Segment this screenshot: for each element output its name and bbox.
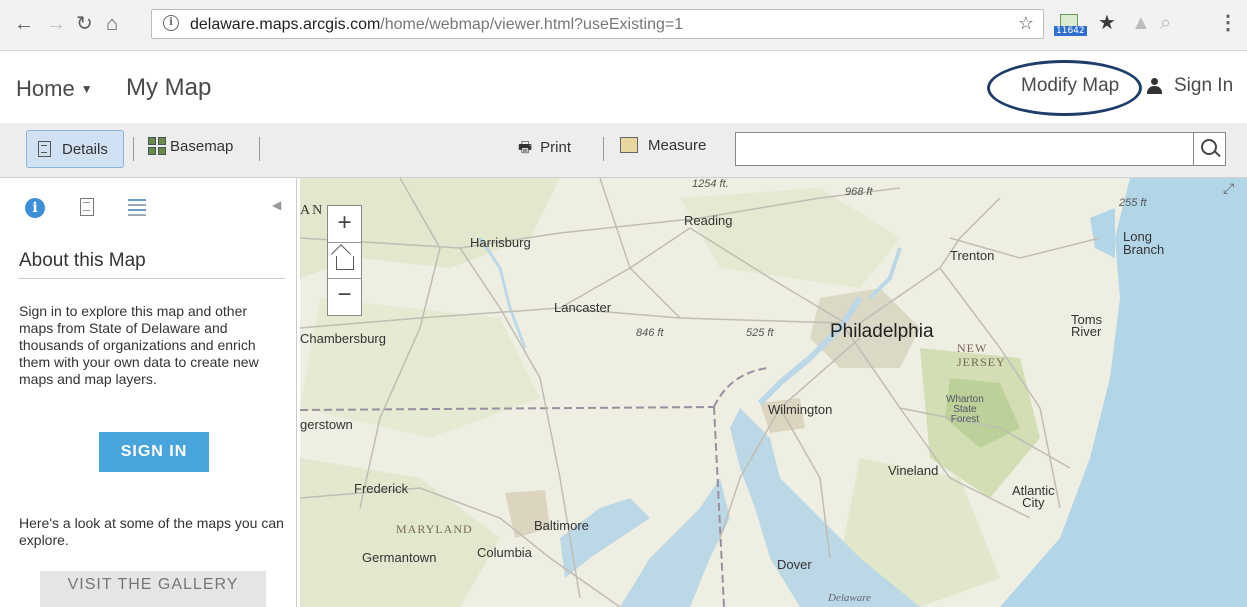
map-label-delaware-bay: Delaware bbox=[828, 592, 871, 604]
sign-in-link[interactable]: Sign In bbox=[1174, 75, 1233, 97]
map-label-maryland: MARYLAND bbox=[396, 522, 473, 536]
details-icon bbox=[38, 141, 51, 157]
map-label-dover: Dover bbox=[777, 557, 812, 572]
basemap-grid-icon bbox=[148, 137, 166, 155]
caret-down-icon: ▼ bbox=[80, 82, 93, 96]
measure-button[interactable]: Measure bbox=[620, 137, 706, 154]
content-icon[interactable] bbox=[80, 198, 94, 216]
basemap-graphic bbox=[300, 178, 1247, 607]
map-label-wharton-state-forest: Wharton State Forest bbox=[946, 394, 984, 425]
toolbar-divider bbox=[133, 137, 134, 161]
visit-gallery-button[interactable]: VISIT THE GALLERY bbox=[40, 571, 266, 607]
map-label-lancaster: Lancaster bbox=[554, 300, 612, 315]
toolbar-divider bbox=[259, 137, 260, 161]
map-label-harrisburg: Harrisburg bbox=[470, 235, 531, 250]
map-label-pa-fragment: AN bbox=[300, 203, 325, 218]
collapse-panel-icon[interactable]: ◀ bbox=[272, 198, 281, 212]
map-label-chambersburg: Chambersburg bbox=[300, 331, 386, 346]
expand-map-icon[interactable]: ⤢ bbox=[1223, 180, 1234, 197]
print-label: Print bbox=[540, 139, 572, 156]
home-icon[interactable]: ⌂ bbox=[106, 14, 118, 34]
modify-map-link[interactable]: Modify Map bbox=[1021, 75, 1119, 97]
map-title: My Map bbox=[126, 74, 212, 101]
drive-extension-icon[interactable]: ▲ bbox=[1131, 12, 1151, 34]
mail-extension-icon[interactable]: 11642 bbox=[1054, 14, 1087, 36]
elevation-label: 525 ft bbox=[746, 327, 774, 339]
address-bar[interactable]: i delaware.maps.arcgis.com/home/webmap/v… bbox=[151, 9, 1044, 39]
map-label-hagerstown: gerstown bbox=[300, 417, 353, 432]
star-extension-icon[interactable]: ★ bbox=[1098, 12, 1116, 34]
search-input[interactable] bbox=[735, 132, 1226, 166]
printer-icon: 🖶 bbox=[518, 139, 533, 156]
map-label-philadelphia: Philadelphia bbox=[830, 321, 934, 342]
search-button[interactable] bbox=[1193, 133, 1225, 165]
map-label-long-branch: Long Branch bbox=[1123, 229, 1165, 257]
details-panel: i ◀ About this Map Sign in to explore th… bbox=[0, 178, 297, 607]
url-path: /home/webmap/viewer.html?useExisting=1 bbox=[380, 16, 684, 33]
details-button[interactable]: Details bbox=[26, 130, 124, 168]
map-view[interactable]: AN 1254 ft. 968 ft 255 ft Reading Harris… bbox=[300, 178, 1247, 607]
panel-tabs: i ◀ bbox=[0, 178, 296, 228]
browser-toolbar: ← → ↻ ⌂ i delaware.maps.arcgis.com/home/… bbox=[0, 0, 1247, 51]
home-menu[interactable]: Home ▼ bbox=[16, 76, 93, 102]
map-label-atlantic-city: Atlantic City bbox=[1012, 483, 1055, 510]
map-label-frederick: Frederick bbox=[354, 481, 409, 496]
url-text[interactable]: delaware.maps.arcgis.com/home/webmap/vie… bbox=[190, 16, 683, 34]
basemap-button[interactable]: Basemap bbox=[148, 137, 233, 155]
search-icon bbox=[1201, 139, 1217, 155]
map-label-baltimore: Baltimore bbox=[534, 518, 589, 533]
legend-icon[interactable] bbox=[128, 197, 146, 217]
search-extension-icon[interactable]: ⌕ bbox=[1160, 12, 1171, 34]
toolbar-divider bbox=[603, 137, 604, 161]
sign-in-button[interactable]: SIGN IN bbox=[99, 432, 209, 472]
zoom-in-button[interactable]: + bbox=[328, 206, 361, 243]
elevation-label: 255 ft bbox=[1119, 197, 1147, 209]
map-label-toms-river: Toms River bbox=[1071, 312, 1103, 339]
divider bbox=[18, 278, 285, 279]
browser-menu-icon[interactable]: ⋮ bbox=[1218, 12, 1238, 34]
back-icon[interactable]: ← bbox=[14, 14, 34, 34]
reload-icon[interactable]: ↻ bbox=[76, 14, 93, 34]
map-label-vineland: Vineland bbox=[888, 463, 939, 478]
info-icon[interactable]: i bbox=[163, 15, 179, 31]
about-info-icon[interactable]: i bbox=[25, 198, 45, 218]
default-extent-button[interactable] bbox=[328, 242, 361, 279]
elevation-label: 968 ft bbox=[845, 186, 873, 198]
map-label-wilmington: Wilmington bbox=[768, 402, 833, 417]
about-title: About this Map bbox=[19, 250, 146, 271]
map-toolbar: Details Basemap 🖶 Print Measure bbox=[0, 123, 1247, 178]
bookmark-star-icon[interactable]: ☆ bbox=[1018, 13, 1034, 34]
print-button[interactable]: 🖶 Print bbox=[518, 137, 571, 162]
measure-label: Measure bbox=[648, 137, 707, 154]
elevation-label: 846 ft bbox=[636, 327, 664, 339]
zoom-out-button[interactable]: − bbox=[328, 278, 361, 314]
measure-icon bbox=[620, 137, 638, 153]
map-label-new-jersey: NEW JERSEY bbox=[957, 341, 1006, 369]
about-text: Sign in to explore this map and other ma… bbox=[19, 303, 259, 387]
mail-count-badge: 11642 bbox=[1054, 26, 1087, 36]
home-menu-label: Home bbox=[16, 76, 75, 101]
gallery-text: Here's a look at some of the maps you ca… bbox=[19, 515, 284, 548]
zoom-control: + − bbox=[327, 205, 362, 316]
map-label-trenton: Trenton bbox=[950, 248, 995, 263]
map-label-germantown: Germantown bbox=[362, 550, 437, 565]
elevation-label: 1254 ft. bbox=[692, 178, 729, 190]
home-extent-icon bbox=[335, 256, 354, 270]
map-label-columbia: Columbia bbox=[477, 545, 532, 560]
map-label-reading: Reading bbox=[684, 213, 733, 228]
url-host: delaware.maps.arcgis.com bbox=[190, 16, 381, 33]
app-header: Home ▼ My Map Modify Map Sign In bbox=[0, 51, 1247, 123]
details-label: Details bbox=[62, 141, 108, 158]
user-icon bbox=[1147, 78, 1162, 96]
basemap-label: Basemap bbox=[170, 138, 234, 155]
forward-icon[interactable]: → bbox=[46, 14, 66, 34]
